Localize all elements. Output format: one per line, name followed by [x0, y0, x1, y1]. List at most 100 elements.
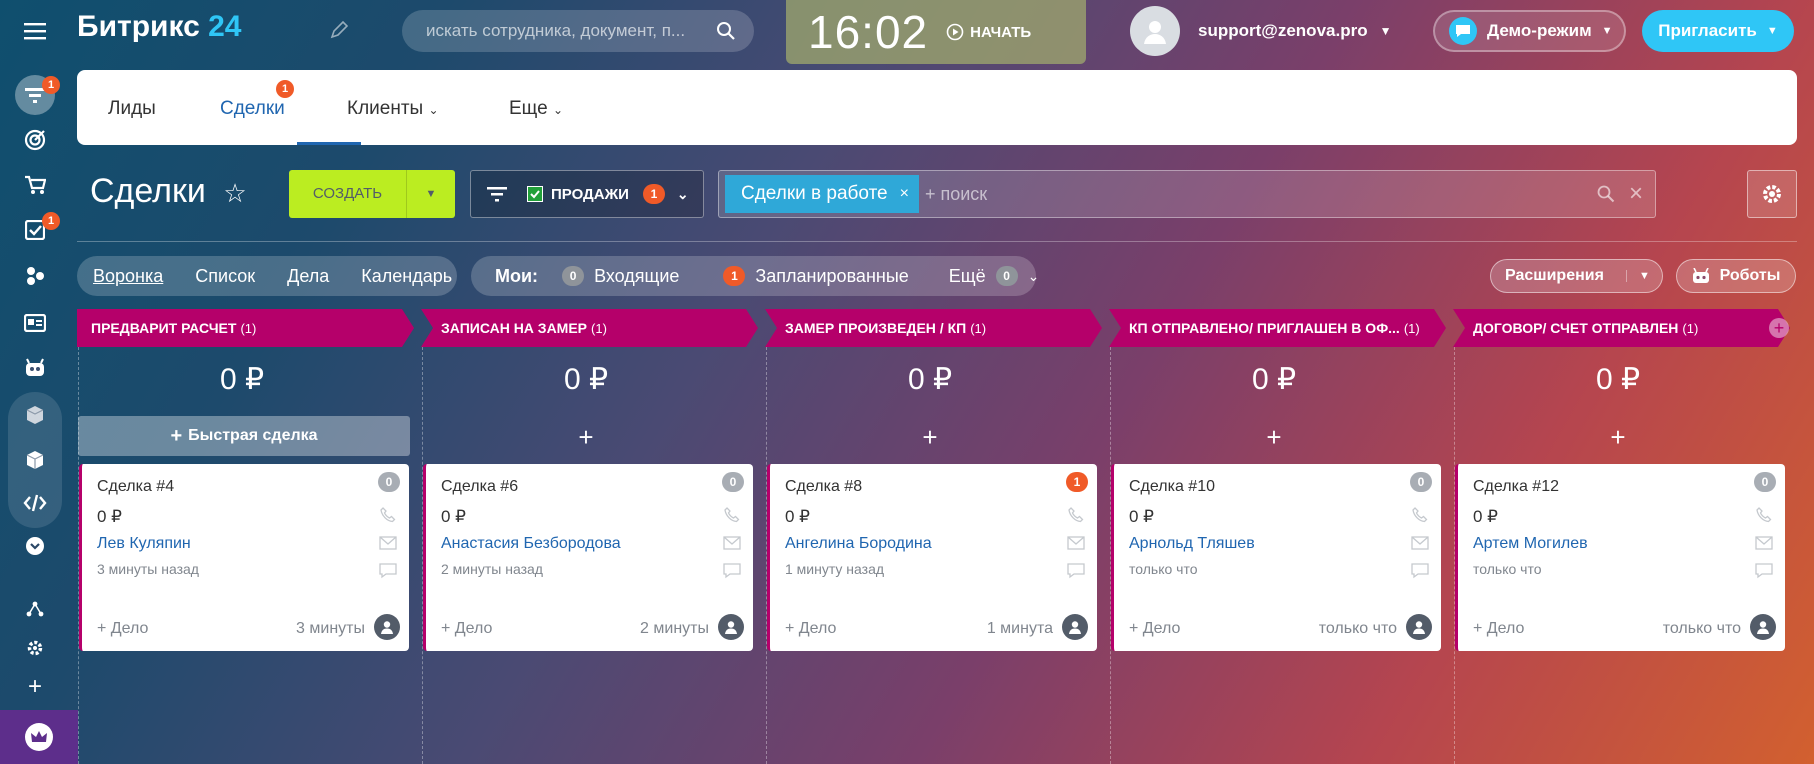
more-filter[interactable]: Ещё [949, 266, 986, 287]
add-stage-icon[interactable]: + [1769, 318, 1789, 338]
phone-icon[interactable] [1409, 506, 1431, 524]
remove-chip-icon[interactable]: × [900, 185, 909, 203]
settings-button[interactable] [1747, 170, 1797, 218]
stage-header[interactable]: КП ОТПРАВЛЕНО/ ПРИГЛАШЕН В ОФ... (1) [1109, 309, 1446, 347]
phone-icon[interactable] [1065, 506, 1087, 524]
filter-chip[interactable]: Сделки в работе × [725, 175, 919, 213]
deal-contact-link[interactable]: Анастасия Безбородова [441, 535, 621, 553]
code-icon[interactable] [17, 485, 53, 521]
mail-icon[interactable] [1065, 534, 1087, 552]
deal-card[interactable]: Сделка #4 0 ₽ Лев Куляпин 3 минуты назад + Д… [79, 464, 409, 651]
create-button[interactable]: СОЗДАТЬ ▼ [289, 170, 455, 218]
sitemap-icon[interactable] [17, 591, 53, 627]
tab-leads[interactable]: Лиды [108, 98, 156, 120]
add-deal-icon[interactable]: + [915, 422, 945, 453]
deal-contact-link[interactable]: Ангелина Бородина [785, 535, 932, 553]
box-icon[interactable] [17, 397, 53, 433]
filter-search-box[interactable]: Сделки в работе × + поиск × [718, 170, 1656, 218]
tab-clients[interactable]: Клиенты ⌄ [347, 98, 439, 120]
cube-icon[interactable] [17, 442, 53, 478]
deal-card[interactable]: Сделка #6 0 ₽ Анастасия Безбородова 2 минут… [423, 464, 753, 651]
deal-title[interactable]: Сделка #12 [1473, 478, 1559, 496]
deal-contact-link[interactable]: Арнольд Тляшев [1129, 535, 1255, 553]
extensions-button[interactable]: Расширения ▼ [1490, 259, 1663, 293]
tab-more[interactable]: Еще ⌄ [509, 98, 563, 120]
deal-title[interactable]: Сделка #8 [785, 478, 862, 496]
planned-filter[interactable]: Запланированные [755, 266, 908, 287]
edit-pencil-icon[interactable] [330, 20, 349, 44]
invite-button[interactable]: Пригласить ▼ [1642, 10, 1794, 52]
robot-icon[interactable] [17, 350, 53, 386]
add-deal-icon[interactable]: + [1259, 422, 1289, 453]
add-activity-link[interactable]: + Дело [1473, 620, 1524, 638]
phone-icon[interactable] [1753, 506, 1775, 524]
crown-icon[interactable] [0, 710, 78, 764]
view-calendar[interactable]: Календарь [361, 266, 452, 287]
user-menu[interactable]: support@zenova.pro ▼ [1130, 4, 1391, 58]
incoming-filter[interactable]: Входящие [594, 266, 679, 287]
responsible-avatar[interactable] [718, 614, 744, 640]
deal-title[interactable]: Сделка #6 [441, 478, 518, 496]
user-email[interactable]: support@zenova.pro [1198, 21, 1368, 41]
chat-icon[interactable] [1753, 562, 1775, 580]
target-icon[interactable] [17, 122, 53, 158]
view-list[interactable]: Список [195, 266, 255, 287]
deal-contact-link[interactable]: Артем Могилев [1473, 535, 1588, 553]
pipeline-selector[interactable]: ПРОДАЖИ 1 ⌄ [470, 170, 704, 218]
user-avatar[interactable] [1130, 6, 1180, 56]
stage-header[interactable]: ДОГОВОР/ СЧЕТ ОТПРАВЛЕН (1) [1453, 309, 1790, 347]
add-icon[interactable]: + [17, 669, 53, 705]
stage-header[interactable]: ЗАПИСАН НА ЗАМЕР (1) [421, 309, 758, 347]
deal-title[interactable]: Сделка #10 [1129, 478, 1215, 496]
search-icon[interactable] [1597, 185, 1615, 208]
add-activity-link[interactable]: + Дело [785, 620, 836, 638]
search-icon[interactable] [716, 21, 736, 46]
quick-deal-button[interactable]: + Быстрая сделка [78, 416, 410, 456]
global-search[interactable]: искать сотрудника, документ, п... [402, 10, 754, 52]
deal-card[interactable]: Сделка #8 0 ₽ Ангелина Бородина 1 минуту на… [767, 464, 1097, 651]
chevron-down-icon[interactable]: ▼ [1380, 24, 1392, 38]
start-workday-button[interactable]: НАЧАТЬ [946, 23, 1031, 41]
view-funnel[interactable]: Воронка [93, 266, 163, 287]
add-deal-icon[interactable]: + [1603, 422, 1633, 453]
more-chevron-icon[interactable] [17, 528, 53, 564]
responsible-avatar[interactable] [1406, 614, 1432, 640]
mail-icon[interactable] [721, 534, 743, 552]
deal-contact-link[interactable]: Лев Куляпин [97, 535, 191, 553]
menu-icon[interactable] [17, 13, 53, 49]
stage-header[interactable]: ЗАМЕР ПРОИЗВЕДЕН / КП (1) [765, 309, 1102, 347]
add-deal-icon[interactable]: + [571, 422, 601, 453]
cart-icon[interactable] [17, 167, 53, 203]
robots-button[interactable]: Роботы [1676, 259, 1796, 293]
mail-icon[interactable] [377, 534, 399, 552]
search-input[interactable]: искать сотрудника, документ, п... [426, 21, 685, 41]
chevron-down-icon[interactable]: ⌄ [1028, 268, 1040, 285]
add-activity-link[interactable]: + Дело [441, 620, 492, 638]
clear-icon[interactable]: × [1629, 180, 1643, 208]
settings-gear-icon[interactable] [17, 630, 53, 666]
phone-icon[interactable] [721, 506, 743, 524]
chat-icon[interactable] [1065, 562, 1087, 580]
view-activities[interactable]: Дела [287, 266, 329, 287]
mail-icon[interactable] [1753, 534, 1775, 552]
deal-card[interactable]: Сделка #12 0 ₽ Артем Могилев только что + Де… [1455, 464, 1785, 651]
phone-icon[interactable] [377, 506, 399, 524]
chat-icon[interactable] [721, 562, 743, 580]
stage-header[interactable]: ПРЕДВАРИТ РАСЧЕТ (1) [77, 309, 414, 347]
mail-icon[interactable] [1409, 534, 1431, 552]
add-activity-link[interactable]: + Дело [1129, 620, 1180, 638]
analytics-icon[interactable] [17, 258, 53, 294]
create-dropdown-icon[interactable]: ▼ [407, 188, 455, 200]
add-activity-link[interactable]: + Дело [97, 620, 148, 638]
chat-icon[interactable] [377, 562, 399, 580]
star-icon[interactable]: ☆ [223, 178, 246, 208]
contact-card-icon[interactable] [17, 305, 53, 341]
tab-deals[interactable]: Сделки [220, 98, 285, 120]
demo-mode-button[interactable]: Демо-режим ▼ [1433, 10, 1626, 52]
responsible-avatar[interactable] [1750, 614, 1776, 640]
responsible-avatar[interactable] [1062, 614, 1088, 640]
deal-card[interactable]: Сделка #10 0 ₽ Арнольд Тляшев только что + Д… [1111, 464, 1441, 651]
app-logo[interactable]: Битрикс 24 [77, 10, 242, 44]
chat-icon[interactable] [1409, 562, 1431, 580]
filter-search-input[interactable]: + поиск [925, 184, 987, 205]
